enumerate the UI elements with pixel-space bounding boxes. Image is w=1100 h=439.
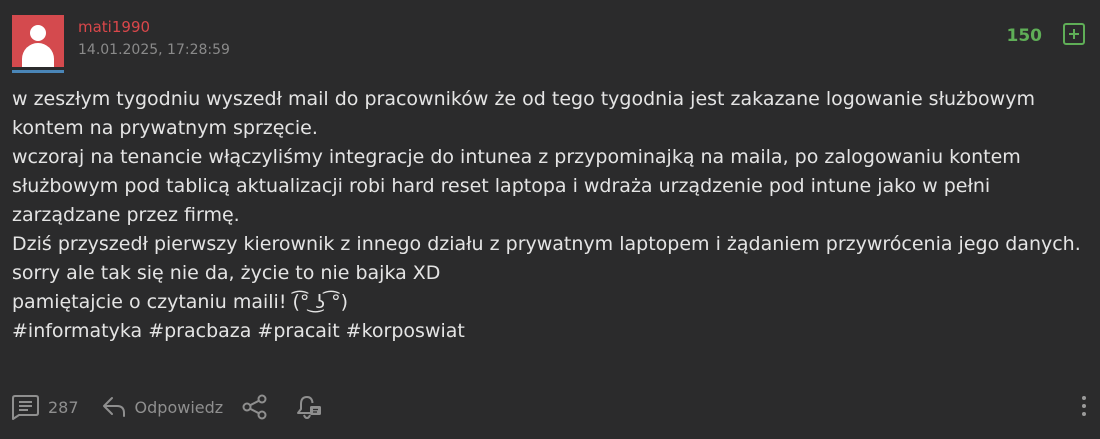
author-name[interactable]: mati1990 — [78, 18, 150, 36]
comments-button[interactable]: 287 — [10, 394, 79, 420]
post-line: pamiętajcie o czytaniu maili! (͡° ͜ʖ ͡°) — [12, 291, 349, 313]
avatar-head — [30, 25, 46, 41]
comments-icon — [10, 394, 40, 420]
reply-arrow-icon — [101, 395, 127, 419]
reply-label: Odpowiedz — [134, 397, 224, 417]
more-dot — [1082, 404, 1086, 408]
post-footer: 287 Odpowiedz — [10, 393, 323, 421]
notify-button[interactable] — [295, 394, 323, 420]
tag-link[interactable]: #korposwiat — [346, 320, 465, 342]
tag-link[interactable]: #informatyka — [12, 320, 142, 342]
post-content: w zeszłym tygodniu wyszedł mail do praco… — [12, 85, 1082, 346]
comments-count: 287 — [48, 397, 79, 417]
post-line: Dziś przyszedł pierwszy kierownik z inne… — [12, 233, 1081, 255]
reply-button[interactable]: Odpowiedz — [101, 395, 224, 419]
more-dot — [1082, 412, 1086, 416]
post-timestamp[interactable]: 14.01.2025, 17:28:59 — [78, 42, 230, 58]
avatar[interactable] — [12, 15, 64, 73]
avatar-status-bar — [12, 70, 64, 73]
avatar-torso — [22, 43, 54, 67]
post-line: sorry ale tak się nie da, życie to nie b… — [12, 262, 441, 284]
share-icon — [241, 394, 269, 420]
tag-link[interactable]: #pracait — [257, 320, 339, 342]
tag-link[interactable]: #pracbaza — [148, 320, 251, 342]
user-silhouette-icon — [12, 15, 64, 67]
bell-icon — [295, 394, 323, 420]
post-line: w zeszłym tygodniu wyszedł mail do praco… — [12, 88, 1035, 139]
more-dot — [1082, 396, 1086, 400]
share-button[interactable] — [241, 394, 269, 420]
plus-icon[interactable] — [1063, 23, 1085, 45]
post-line: wczoraj na tenancie włączyliśmy integrac… — [12, 146, 1021, 226]
more-vertical-icon[interactable] — [1080, 396, 1088, 418]
tag-list: #informatyka #pracbaza #pracait #korposwiat — [12, 317, 1082, 346]
vote-count: 150 — [1006, 26, 1043, 46]
